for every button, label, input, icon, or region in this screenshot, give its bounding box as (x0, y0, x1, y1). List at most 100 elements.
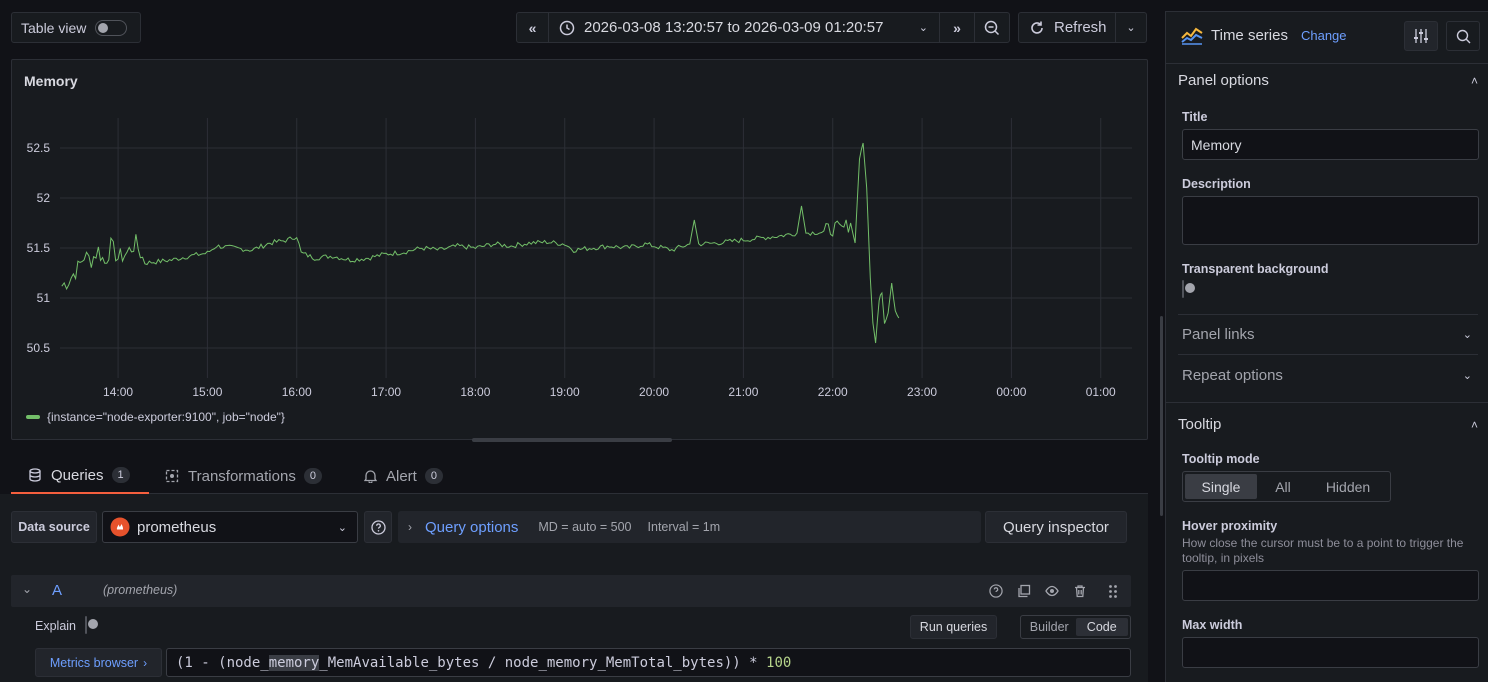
eye-icon[interactable] (1045, 584, 1059, 598)
query-options-label[interactable]: Query options (425, 519, 518, 536)
editor-mode-toggle[interactable]: Builder Code (1020, 615, 1131, 639)
collapse-chevron-icon[interactable]: ⌄ (22, 582, 32, 596)
description-label: Description (1182, 177, 1251, 191)
explain-label: Explain (35, 619, 76, 633)
expr-highlight: memory (268, 654, 320, 671)
tab-alert-count: 0 (424, 468, 443, 484)
legend-label: {instance="node-exporter:9100", job="nod… (47, 410, 285, 424)
time-range-back-button[interactable]: « (516, 12, 549, 43)
explain-toggle[interactable] (85, 616, 87, 634)
duplicate-icon[interactable] (1017, 584, 1031, 598)
time-series-viz-icon (1181, 27, 1203, 45)
query-inspector-button[interactable]: Query inspector (985, 511, 1127, 543)
query-datasource-hint: (prometheus) (103, 583, 178, 597)
title-input[interactable]: Memory (1182, 129, 1479, 160)
refresh-interval-dropdown[interactable]: ⌄ (1115, 12, 1147, 43)
panel-resize-handle[interactable] (472, 438, 672, 442)
run-queries-button[interactable]: Run queries (910, 615, 997, 639)
sliders-icon (1414, 29, 1428, 43)
options-search-button[interactable] (1446, 21, 1480, 51)
query-options-bar[interactable]: › Query options MD = auto = 500 Interval… (398, 511, 981, 543)
options-pane: Time series Change Panel options ˄ Title… (1165, 11, 1488, 682)
legend-swatch (26, 415, 40, 419)
transparent-background-toggle[interactable] (1182, 280, 1184, 298)
chevron-up-icon: ˄ (1470, 73, 1478, 88)
options-settings-button[interactable] (1404, 21, 1438, 51)
help-circle-icon[interactable] (989, 584, 1003, 598)
change-viz-link[interactable]: Change (1301, 28, 1347, 43)
data-source-label: Data source (11, 511, 97, 543)
pane-splitter[interactable] (1160, 316, 1163, 516)
zoom-out-button[interactable] (974, 12, 1010, 43)
repeat-options-section[interactable]: Repeat options ⌄ (1182, 367, 1472, 384)
x-tick-label: 00:00 (996, 385, 1026, 399)
tooltip-header[interactable]: Tooltip ˄ (1178, 416, 1478, 433)
transformations-icon (165, 469, 179, 483)
code-mode-button[interactable]: Code (1075, 618, 1128, 636)
x-tick-label: 16:00 (282, 385, 312, 399)
panel-links-section[interactable]: Panel links ⌄ (1182, 326, 1472, 343)
chevron-down-icon: ⌄ (1126, 22, 1136, 34)
chevron-down-icon: ⌄ (1462, 329, 1472, 341)
x-tick-label: 15:00 (192, 385, 222, 399)
expr-prefix: (1 - (node_ (176, 654, 269, 671)
tab-transformations[interactable]: Transformations 0 (165, 458, 322, 494)
drag-handle-icon[interactable] (1108, 584, 1118, 599)
refresh-button[interactable]: Refresh (1018, 12, 1116, 43)
time-range-forward-button[interactable]: » (939, 12, 975, 43)
zoom-out-icon (984, 20, 1000, 35)
data-source-picker[interactable]: prometheus ⌄ (102, 511, 358, 543)
max-width-input[interactable] (1182, 637, 1479, 668)
time-range-picker[interactable]: 2026-03-08 13:20:57 to 2026-03-09 01:20:… (548, 12, 940, 43)
chevron-down-icon: ⌄ (918, 22, 928, 34)
hover-proximity-label: Hover proximity (1182, 519, 1278, 533)
title-label: Title (1182, 110, 1208, 124)
x-tick-label: 17:00 (371, 385, 401, 399)
refresh-icon (1031, 21, 1043, 34)
md-value: MD = auto = 500 (538, 520, 632, 534)
data-source-help-button[interactable] (364, 511, 392, 543)
trash-icon[interactable] (1073, 584, 1087, 598)
query-ref-id[interactable]: A (52, 582, 62, 599)
chevron-down-icon: ⌄ (1462, 370, 1472, 382)
hover-proximity-input[interactable] (1182, 570, 1479, 601)
tooltip-mode-single[interactable]: Single (1185, 474, 1257, 499)
description-textarea[interactable] (1182, 196, 1479, 245)
data-source-value: prometheus (137, 518, 217, 536)
bell-icon (364, 470, 377, 483)
metrics-browser-button[interactable]: Metrics browser › (35, 648, 162, 677)
chevron-up-icon: ˄ (1470, 417, 1478, 432)
tab-queries-count: 1 (111, 467, 130, 483)
panel-options-header[interactable]: Panel options ˄ (1178, 72, 1478, 89)
tab-transformations-label: Transformations (188, 467, 296, 485)
tab-queries[interactable]: Queries 1 (11, 458, 149, 494)
x-tick-label: 19:00 (550, 385, 580, 399)
tooltip-mode-label: Tooltip mode (1182, 452, 1260, 466)
builder-mode-button[interactable]: Builder (1023, 620, 1076, 634)
viz-picker[interactable]: Time series Change (1181, 25, 1347, 45)
series-line (61, 142, 900, 344)
chevron-right-icon: › (143, 655, 148, 670)
tooltip-mode-all[interactable]: All (1257, 479, 1309, 495)
y-tick-label: 50.5 (27, 341, 51, 355)
hover-proximity-description: How close the cursor must be to a point … (1182, 536, 1464, 565)
tooltip-mode-radio-group: Single All Hidden (1182, 471, 1391, 502)
max-width-label: Max width (1182, 618, 1243, 632)
table-view-toggle-group[interactable]: Table view (11, 12, 141, 43)
y-tick-label: 51.5 (27, 241, 51, 255)
x-tick-label: 01:00 (1086, 385, 1116, 399)
query-row-header[interactable]: ⌄ A (prometheus) (11, 575, 1131, 607)
y-tick-label: 52.5 (27, 141, 51, 155)
viz-name: Time series (1211, 26, 1288, 44)
x-tick-label: 21:00 (728, 385, 758, 399)
time-series-chart[interactable]: 52.5 52 51.5 51 50.5 14:00 15:00 16:00 17:00 18:0… (12, 60, 1147, 439)
legend[interactable]: {instance="node-exporter:9100", job="nod… (26, 410, 285, 424)
tooltip-mode-hidden[interactable]: Hidden (1309, 479, 1387, 495)
tab-alert[interactable]: Alert 0 (364, 458, 443, 494)
y-tick-label: 52 (37, 191, 51, 205)
query-expression-editor[interactable]: (1 - (node_ memory _MemAvailable_bytes / n… (166, 648, 1131, 677)
x-tick-label: 18:00 (460, 385, 490, 399)
help-circle-icon (370, 519, 386, 535)
table-view-toggle[interactable] (95, 19, 128, 36)
chevron-down-icon: ⌄ (337, 521, 347, 534)
